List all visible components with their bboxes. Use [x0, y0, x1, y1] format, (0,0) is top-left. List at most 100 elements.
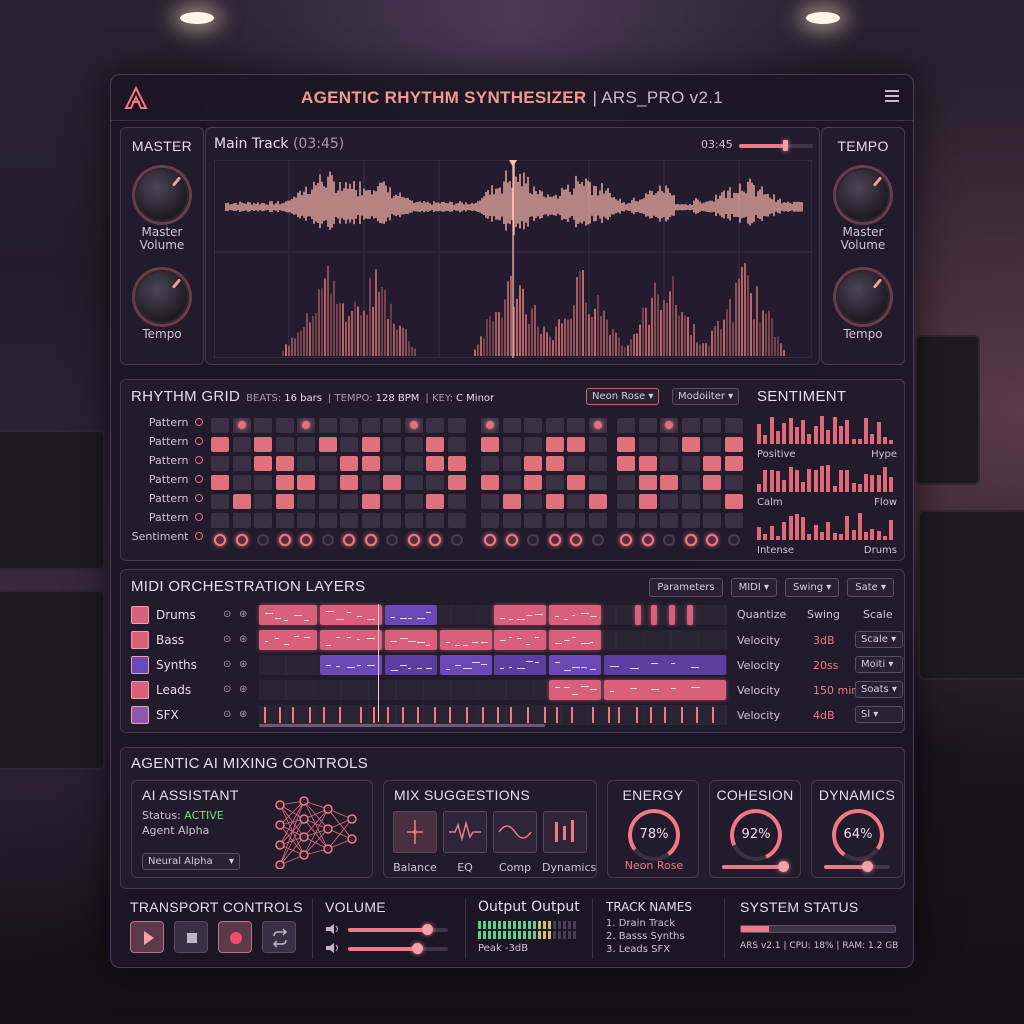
row-toggle-icon[interactable]: [195, 475, 203, 483]
midi-clip[interactable]: [385, 605, 437, 625]
grid-cell[interactable]: [724, 456, 743, 471]
grid-cell[interactable]: [502, 418, 521, 433]
volume-slider-2[interactable]: [348, 943, 448, 954]
grid-cell[interactable]: [681, 513, 700, 528]
sentiment-dot[interactable]: [727, 534, 740, 546]
grid-cell[interactable]: [297, 475, 315, 490]
grid-cell[interactable]: [232, 456, 251, 471]
grid-cell[interactable]: [254, 456, 272, 471]
sentiment-dot[interactable]: [505, 534, 518, 546]
grid-cell[interactable]: [481, 437, 499, 452]
waveform-display[interactable]: [214, 160, 812, 358]
grid-cell[interactable]: [638, 513, 657, 528]
grid-cell[interactable]: [340, 437, 358, 452]
midi-clip[interactable]: [440, 630, 492, 650]
grid-cell[interactable]: [724, 494, 743, 509]
grid-cell[interactable]: [211, 437, 229, 452]
solo-icon[interactable]: ⊛: [239, 659, 247, 670]
grid-cell[interactable]: [426, 437, 444, 452]
grid-cell[interactable]: [254, 475, 272, 490]
grid-cell[interactable]: [588, 456, 607, 471]
solo-icon[interactable]: ⊛: [239, 634, 247, 645]
grid-cell[interactable]: [254, 513, 272, 528]
grid-cell[interactable]: [232, 494, 251, 509]
midi-clip[interactable]: [635, 605, 641, 625]
mute-icon[interactable]: ⊙: [223, 709, 231, 720]
master-volume-knob[interactable]: [135, 168, 189, 222]
grid-cell[interactable]: [617, 437, 635, 452]
midi-clip[interactable]: [320, 655, 382, 675]
grid-cell[interactable]: [681, 418, 700, 433]
grid-cell[interactable]: [481, 456, 499, 471]
grid-cell[interactable]: [211, 513, 229, 528]
grid-cell[interactable]: [340, 418, 358, 433]
grid-cell[interactable]: [318, 494, 337, 509]
midi-clip[interactable]: [259, 630, 317, 650]
preset-dropdown[interactable]: Neon Rose ▾: [586, 388, 660, 405]
sentiment-dot[interactable]: [278, 534, 291, 546]
row-toggle-icon[interactable]: [195, 532, 203, 540]
grid-cell[interactable]: [318, 437, 337, 452]
grid-cell[interactable]: [254, 437, 272, 452]
grid-cell[interactable]: [724, 513, 743, 528]
grid-cell[interactable]: [660, 475, 678, 490]
grid-cell[interactable]: [617, 418, 635, 433]
grid-cell[interactable]: [703, 418, 721, 433]
sentiment-dot[interactable]: [429, 534, 441, 546]
grid-cell[interactable]: [297, 437, 315, 452]
midi-clip[interactable]: [604, 680, 726, 700]
sentiment-dot[interactable]: [484, 534, 496, 546]
grid-cell[interactable]: [426, 494, 444, 509]
grid-cell[interactable]: [447, 418, 466, 433]
grid-cell[interactable]: [232, 513, 251, 528]
grid-cell[interactable]: [638, 437, 657, 452]
grid-cell[interactable]: [681, 494, 700, 509]
grid-cell[interactable]: [426, 475, 444, 490]
grid-cell[interactable]: [502, 475, 521, 490]
midi-clip[interactable]: [549, 680, 601, 700]
grid-cell[interactable]: [361, 513, 380, 528]
mix-suggestion-button[interactable]: Balance: [392, 811, 438, 874]
grid-cell[interactable]: [361, 437, 380, 452]
midi-scrollbar[interactable]: [259, 724, 545, 727]
midi-clip[interactable]: [687, 605, 693, 625]
sentiment-dot[interactable]: [570, 534, 582, 546]
record-button[interactable]: [218, 921, 252, 953]
midi-clip[interactable]: [385, 630, 437, 650]
midi-clip[interactable]: [604, 655, 726, 675]
sentiment-dot[interactable]: [641, 534, 654, 546]
grid-cell[interactable]: [383, 513, 401, 528]
sentiment-dot[interactable]: [684, 534, 697, 546]
grid-cell[interactable]: [660, 513, 678, 528]
sentiment-dot[interactable]: [450, 534, 463, 546]
track-lane[interactable]: [259, 705, 727, 725]
midi-clip[interactable]: [494, 630, 546, 650]
grid-cell[interactable]: [254, 418, 272, 433]
grid-cell[interactable]: [211, 475, 229, 490]
grid-cell[interactable]: [703, 513, 721, 528]
grid-cell[interactable]: [254, 494, 272, 509]
dynamics-slider[interactable]: [824, 861, 890, 872]
sentiment-dot[interactable]: [548, 534, 561, 546]
midi-playhead[interactable]: [378, 604, 379, 722]
midi-toolbar-button[interactable]: MIDI ▾: [730, 578, 778, 597]
grid-cell[interactable]: [545, 513, 564, 528]
midi-toolbar-button[interactable]: Parameters: [649, 578, 723, 597]
grid-cell[interactable]: [275, 456, 294, 471]
row-toggle-icon[interactable]: [195, 494, 203, 502]
sentiment-dot[interactable]: [527, 534, 539, 546]
grid-cell[interactable]: [502, 437, 521, 452]
grid-cell[interactable]: [383, 418, 401, 433]
grid-cell[interactable]: [318, 513, 337, 528]
midi-clip[interactable]: [385, 655, 437, 675]
grid-cell[interactable]: [211, 456, 229, 471]
grid-cell[interactable]: [703, 456, 721, 471]
grid-cell[interactable]: [426, 418, 444, 433]
grid-cell[interactable]: [361, 475, 380, 490]
grid-cell[interactable]: [524, 437, 542, 452]
scale-dropdown[interactable]: Scale ▾: [855, 631, 903, 648]
grid-cell[interactable]: [567, 513, 585, 528]
grid-cell[interactable]: [588, 494, 607, 509]
pattern-grid[interactable]: [211, 418, 743, 554]
sentiment-dot[interactable]: [706, 534, 718, 546]
